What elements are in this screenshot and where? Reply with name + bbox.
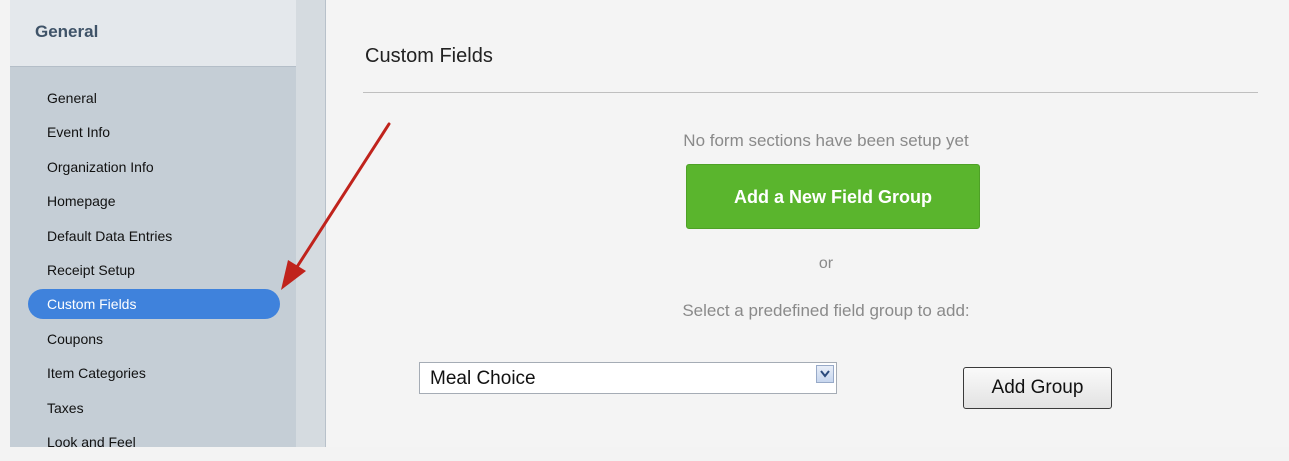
main-content: Custom Fields No form sections have been… [326,0,1289,447]
sidebar-item-homepage[interactable]: Homepage [28,186,280,220]
sidebar-item-event-info[interactable]: Event Info [28,117,280,151]
sidebar-item-item-categories[interactable]: Item Categories [28,358,280,392]
sidebar-item-taxes[interactable]: Taxes [28,393,280,427]
select-value: Meal Choice [430,368,536,389]
sidebar-item-organization-info[interactable]: Organization Info [28,152,280,186]
sidebar-header-title: General [35,22,99,41]
add-new-field-group-button[interactable]: Add a New Field Group [686,164,980,229]
sidebar: General General Event Info Organization … [10,0,296,450]
add-group-button[interactable]: Add Group [963,367,1112,409]
sidebar-nav: General Event Info Organization Info Hom… [28,83,280,461]
chevron-down-icon[interactable] [816,365,834,383]
predefined-group-label: Select a predefined field group to add: [682,301,970,320]
predefined-group-select[interactable]: Meal Choice [419,362,837,394]
page-title: Custom Fields [365,45,493,67]
sidebar-item-coupons[interactable]: Coupons [28,324,280,358]
sidebar-item-general[interactable]: General [28,83,280,117]
sidebar-item-receipt-setup[interactable]: Receipt Setup [28,255,280,289]
sidebar-item-custom-fields[interactable]: Custom Fields [28,289,280,320]
empty-state-message: No form sections have been setup yet [683,131,969,150]
sidebar-header: General [10,0,296,67]
sidebar-item-default-data-entries[interactable]: Default Data Entries [28,221,280,255]
sidebar-gutter [296,0,326,447]
title-divider [363,92,1258,93]
sidebar-item-look-and-feel[interactable]: Look and Feel [28,427,280,461]
or-separator: or [818,255,834,272]
